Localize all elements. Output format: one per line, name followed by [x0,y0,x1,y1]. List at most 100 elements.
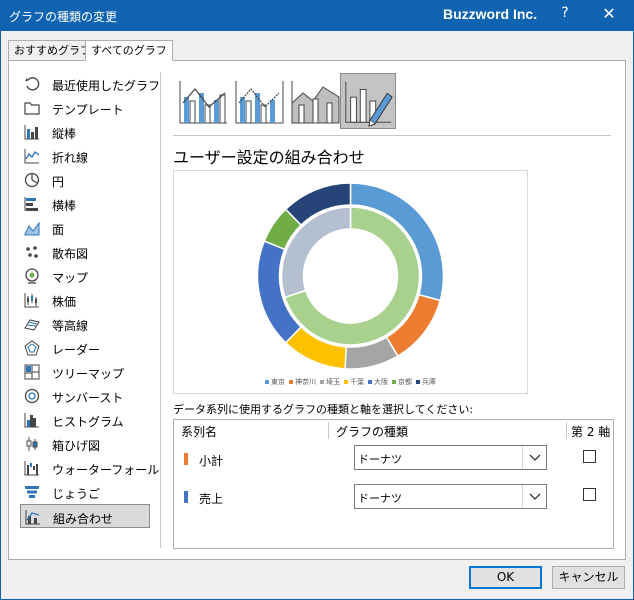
sidebar-item-pie[interactable]: 円 [20,168,150,192]
sidebar-item-stock[interactable]: 株価 [20,288,150,312]
header-secondary-axis: 第 2 軸 [571,425,611,439]
gallery-divider [173,135,611,136]
legend-label: 神奈川 [295,378,316,386]
legend-item: 兵庫 [416,377,436,387]
sidebar-item-scatter[interactable]: 散布図 [20,240,150,264]
custom-combination-button[interactable] [340,73,396,129]
legend-label: 大阪 [374,378,388,386]
chevron-down-icon [529,493,541,500]
series-color-swatch [184,453,188,465]
sidebar-item-label: 最近使用したグラフ [52,79,161,93]
close-button[interactable]: ✕ [598,4,620,23]
cancel-button[interactable]: キャンセル [552,566,625,589]
sidebar-item-label: ウォーターフォール [52,463,160,477]
sidebar-item-label: ヒストグラム [52,415,124,429]
ok-button[interactable]: OK [469,566,542,589]
sidebar-item-label: サンバースト [52,391,124,405]
series-table: 系列名 グラフの種類 第 2 軸 小計 ドーナツ 売上 ドーナツ [173,419,614,549]
chart-type-value: ドーナツ [358,453,402,466]
sunburst-icon [24,388,40,404]
stacked-area-clustered-column-icon [291,81,340,124]
recent-icon [25,77,40,91]
sidebar-item-label: 箱ひげ図 [52,439,101,453]
window-border-left [0,31,1,600]
legend-label: 兵庫 [422,378,436,386]
legend-swatch [392,380,396,384]
sidebar-item-label: 折れ線 [52,151,89,165]
legend-swatch [368,380,372,384]
header-chart-type: グラフの種類 [336,425,409,439]
sidebar-item-bar[interactable]: 横棒 [20,192,150,216]
legend-swatch [320,380,324,384]
column-chart-icon [24,125,39,140]
legend-item: 千葉 [344,377,364,387]
sidebar-item-sunburst[interactable]: サンバースト [20,384,150,408]
waterfall-icon [24,461,39,476]
combo-chart-icon [25,510,40,525]
legend-label: 千葉 [350,378,364,386]
funnel-icon [25,486,39,498]
title-bar: グラフの種類の変更 Buzzword Inc. ? ✕ [0,0,634,31]
clustered-column-line-button[interactable] [175,73,231,129]
sidebar-item-combo[interactable]: 組み合わせ [20,504,150,528]
sidebar-item-template[interactable]: テンプレート [20,96,150,120]
sidebar-item-label: 横棒 [52,199,77,213]
sidebar-item-funnel[interactable]: じょうご [20,480,150,504]
combo-heading: ユーザー設定の組み合わせ [173,148,365,167]
stacked-area-clustered-column-button[interactable] [287,73,343,129]
legend-label: 東京 [271,378,285,386]
sidebar-item-surface[interactable]: 等高線 [20,312,150,336]
sidebar-item-histogram[interactable]: ヒストグラム [20,408,150,432]
folder-icon [24,102,40,115]
map-chart-icon [25,268,39,284]
sidebar-item-label: テンプレート [52,103,124,117]
chart-type-value: ドーナツ [358,492,402,505]
sidebar-item-recent[interactable]: 最近使用したグラフ [20,72,160,96]
sidebar-item-radar[interactable]: レーダー [20,336,150,360]
tab-recommended[interactable]: おすすめグラフ [8,40,97,61]
sidebar-divider [160,72,161,548]
legend-swatch [265,380,269,384]
clustered-column-line-secondary-axis-button[interactable] [231,73,287,129]
help-button[interactable]: ? [556,5,574,21]
dropdown-arrow[interactable] [522,485,546,508]
header-divider [566,422,567,439]
sidebar-item-label: マップ [52,271,89,285]
sidebar-item-treemap[interactable]: ツリーマップ [20,360,150,384]
custom-combination-icon [345,81,393,127]
sidebar-item-label: 等高線 [52,319,89,333]
chart-preview: 東京 神奈川 埼玉 千葉 大阪 京都 兵庫 [173,170,528,394]
surface-chart-icon [24,319,40,331]
sidebar-item-label: 面 [52,223,65,237]
instruction-text: データ系列に使用するグラフの種類と軸を選択してください: [173,403,474,416]
area-chart-icon [24,221,40,236]
dropdown-arrow[interactable] [522,446,546,469]
scatter-chart-icon [26,246,38,258]
sidebar-item-label: 縦棒 [52,127,77,141]
header-divider [328,422,329,439]
clustered-column-line-icon [179,81,227,124]
legend-item: 東京 [265,377,285,387]
sidebar-item-waterfall[interactable]: ウォーターフォール [20,456,159,480]
doughnut-chart [256,182,445,370]
chart-legend: 東京 神奈川 埼玉 千葉 大阪 京都 兵庫 [174,377,527,387]
series-color-swatch [184,491,188,503]
sidebar-item-area[interactable]: 面 [20,216,150,240]
sidebar-item-label: 株価 [52,295,77,309]
chart-type-select[interactable]: ドーナツ [354,445,547,470]
sidebar-item-column[interactable]: 縦棒 [20,120,150,144]
histogram-icon [24,413,39,428]
sidebar-item-line[interactable]: 折れ線 [20,144,150,168]
treemap-icon [24,364,40,380]
legend-item: 埼玉 [320,377,340,387]
legend-label: 埼玉 [326,378,340,386]
chart-type-select[interactable]: ドーナツ [354,484,547,509]
box-whisker-icon [26,437,38,451]
secondary-axis-checkbox[interactable] [583,488,596,501]
sidebar-item-label: ツリーマップ [52,367,125,381]
radar-chart-icon [24,340,40,356]
tab-all-charts[interactable]: すべてのグラフ [85,40,173,61]
sidebar-item-box-whisker[interactable]: 箱ひげ図 [20,432,150,456]
secondary-axis-checkbox[interactable] [583,450,596,463]
sidebar-item-map[interactable]: マップ [20,264,150,288]
